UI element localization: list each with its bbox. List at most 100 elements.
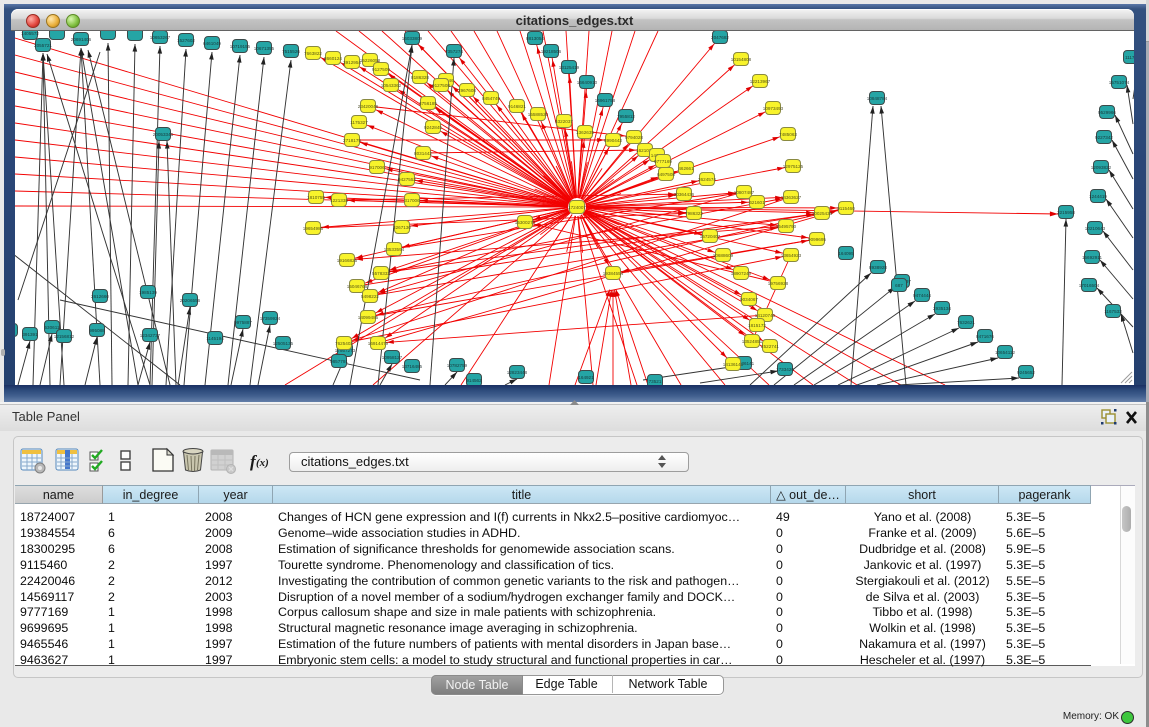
svg-text:687: 687	[895, 283, 903, 288]
svg-text:10653267: 10653267	[150, 35, 171, 40]
svg-text:9245652: 9245652	[1017, 370, 1035, 375]
svg-text:9034067: 9034067	[740, 297, 758, 302]
svg-text:10782759: 10782759	[447, 363, 468, 368]
svg-text:15495790: 15495790	[776, 224, 797, 229]
svg-text:1527602: 1527602	[177, 38, 195, 43]
svg-text:10025438: 10025438	[812, 211, 833, 216]
svg-text:7515526: 7515526	[282, 49, 300, 54]
svg-text:8938928: 8938928	[869, 265, 887, 270]
svg-text:1362635: 1362635	[576, 130, 594, 135]
svg-text:12093822: 12093822	[1091, 165, 1112, 170]
svg-text:7986322: 7986322	[685, 211, 703, 216]
svg-text:8813054: 8813054	[526, 36, 544, 41]
svg-text:7663822: 7663822	[304, 51, 322, 56]
svg-text:1810755: 1810755	[307, 195, 325, 200]
svg-text:995088: 995088	[89, 328, 105, 333]
svg-text:8186328: 8186328	[411, 75, 429, 80]
svg-text:9127509: 9127509	[372, 67, 390, 72]
svg-text:13524851: 13524851	[742, 339, 763, 344]
svg-text:9975887: 9975887	[234, 320, 252, 325]
svg-text:10654112: 10654112	[995, 350, 1016, 355]
svg-text:462661: 462661	[678, 166, 694, 171]
svg-text:1405572: 1405572	[21, 31, 39, 36]
svg-text:7485063: 7485063	[779, 132, 797, 137]
svg-text:10154808: 10154808	[731, 57, 752, 62]
svg-text:19654985: 19654985	[303, 226, 324, 231]
svg-text:2612660: 2612660	[91, 294, 109, 299]
svg-text:2055721: 2055721	[34, 43, 52, 48]
svg-text:7632621: 7632621	[957, 320, 975, 325]
svg-text:11172: 11172	[1125, 55, 1134, 60]
svg-text:1815172: 1815172	[748, 323, 766, 328]
svg-text:9794028: 9794028	[625, 135, 643, 140]
svg-text:917006: 917006	[369, 165, 385, 170]
svg-text:6461049: 6461049	[203, 41, 221, 46]
svg-text:14363627: 14363627	[781, 195, 802, 200]
svg-text:9857791: 9857791	[330, 359, 348, 364]
svg-text:20691406: 20691406	[71, 37, 92, 42]
svg-text:10671355: 10671355	[254, 46, 275, 51]
svg-text:621601: 621601	[749, 200, 765, 205]
svg-text:10848784: 10848784	[867, 96, 888, 101]
svg-text:1145194: 1145194	[206, 336, 224, 341]
svg-text:23420046: 23420046	[358, 104, 379, 109]
svg-text:10958127: 10958127	[382, 355, 403, 360]
svg-text:1985139: 1985139	[139, 290, 157, 295]
svg-text:8990443: 8990443	[604, 138, 622, 143]
svg-text:(x): (x)	[256, 457, 269, 469]
svg-text:2047682: 2047682	[711, 35, 729, 40]
svg-text:3912954: 3912954	[343, 60, 361, 65]
svg-text:18907249: 18907249	[731, 271, 752, 276]
svg-text:2967608: 2967608	[458, 88, 476, 93]
svg-text:9529966: 9529966	[1098, 110, 1116, 115]
svg-text:1724007: 1724007	[568, 205, 586, 210]
svg-text:17016504: 17016504	[1079, 283, 1100, 288]
svg-text:20364436: 20364436	[674, 192, 695, 197]
svg-text:1175327: 1175327	[350, 120, 368, 125]
svg-text:13654923: 13654923	[781, 253, 802, 258]
svg-text:12823448: 12823448	[507, 370, 528, 375]
svg-text:10973493: 10973493	[763, 106, 784, 111]
svg-text:12156812: 12156812	[54, 334, 75, 339]
svg-text:12342737: 12342737	[140, 333, 161, 338]
svg-text:16914479: 16914479	[368, 341, 389, 346]
svg-text:6497508: 6497508	[657, 172, 675, 177]
svg-text:19384554: 19384554	[603, 271, 624, 276]
svg-text:9777169: 9777169	[654, 159, 672, 164]
svg-text:16961758: 16961758	[595, 98, 616, 103]
svg-text:1244419: 1244419	[1089, 194, 1107, 199]
svg-text:20053346: 20053346	[153, 132, 174, 137]
svg-text:9227342: 9227342	[1095, 135, 1113, 140]
svg-text:15751074: 15751074	[1109, 80, 1130, 85]
svg-text:8454749: 8454749	[482, 96, 500, 101]
svg-text:7955812: 7955812	[617, 114, 635, 119]
svg-text:164095: 164095	[838, 251, 854, 256]
svg-text:15300273: 15300273	[515, 220, 536, 225]
svg-text:9127508: 9127508	[432, 83, 450, 88]
svg-text:3267130: 3267130	[393, 225, 411, 230]
svg-text:13533594: 13533594	[384, 247, 405, 252]
svg-text:9099695: 9099695	[808, 237, 826, 242]
svg-text:164921: 164921	[578, 375, 594, 380]
svg-text:9427552: 9427552	[398, 177, 416, 182]
svg-text:10807487: 10807487	[734, 190, 755, 195]
svg-text:7357274: 7357274	[445, 49, 463, 54]
svg-text:9474444: 9474444	[913, 293, 931, 298]
svg-text:3215958: 3215958	[1057, 210, 1075, 215]
svg-text:15046766: 15046766	[347, 284, 368, 289]
svg-text:2935134: 2935134	[933, 306, 951, 311]
svg-text:3756185: 3756185	[419, 101, 437, 106]
svg-text:20206556: 20206556	[180, 298, 201, 303]
svg-text:1221338: 1221338	[330, 198, 348, 203]
svg-text:9242845: 9242845	[424, 125, 442, 130]
svg-text:2718179: 2718179	[343, 138, 361, 143]
svg-text:17359924: 17359924	[260, 316, 281, 321]
svg-text:8471676: 8471676	[976, 334, 994, 339]
svg-text:10543362: 10543362	[381, 83, 402, 88]
svg-text:12213967: 12213967	[750, 79, 771, 84]
svg-text:15720407: 15720407	[700, 234, 721, 239]
svg-text:13125419: 13125419	[559, 65, 580, 70]
svg-text:5498222: 5498222	[361, 294, 379, 299]
svg-text:3624574: 3624574	[698, 177, 716, 182]
svg-text:10688609: 10688609	[713, 253, 734, 258]
